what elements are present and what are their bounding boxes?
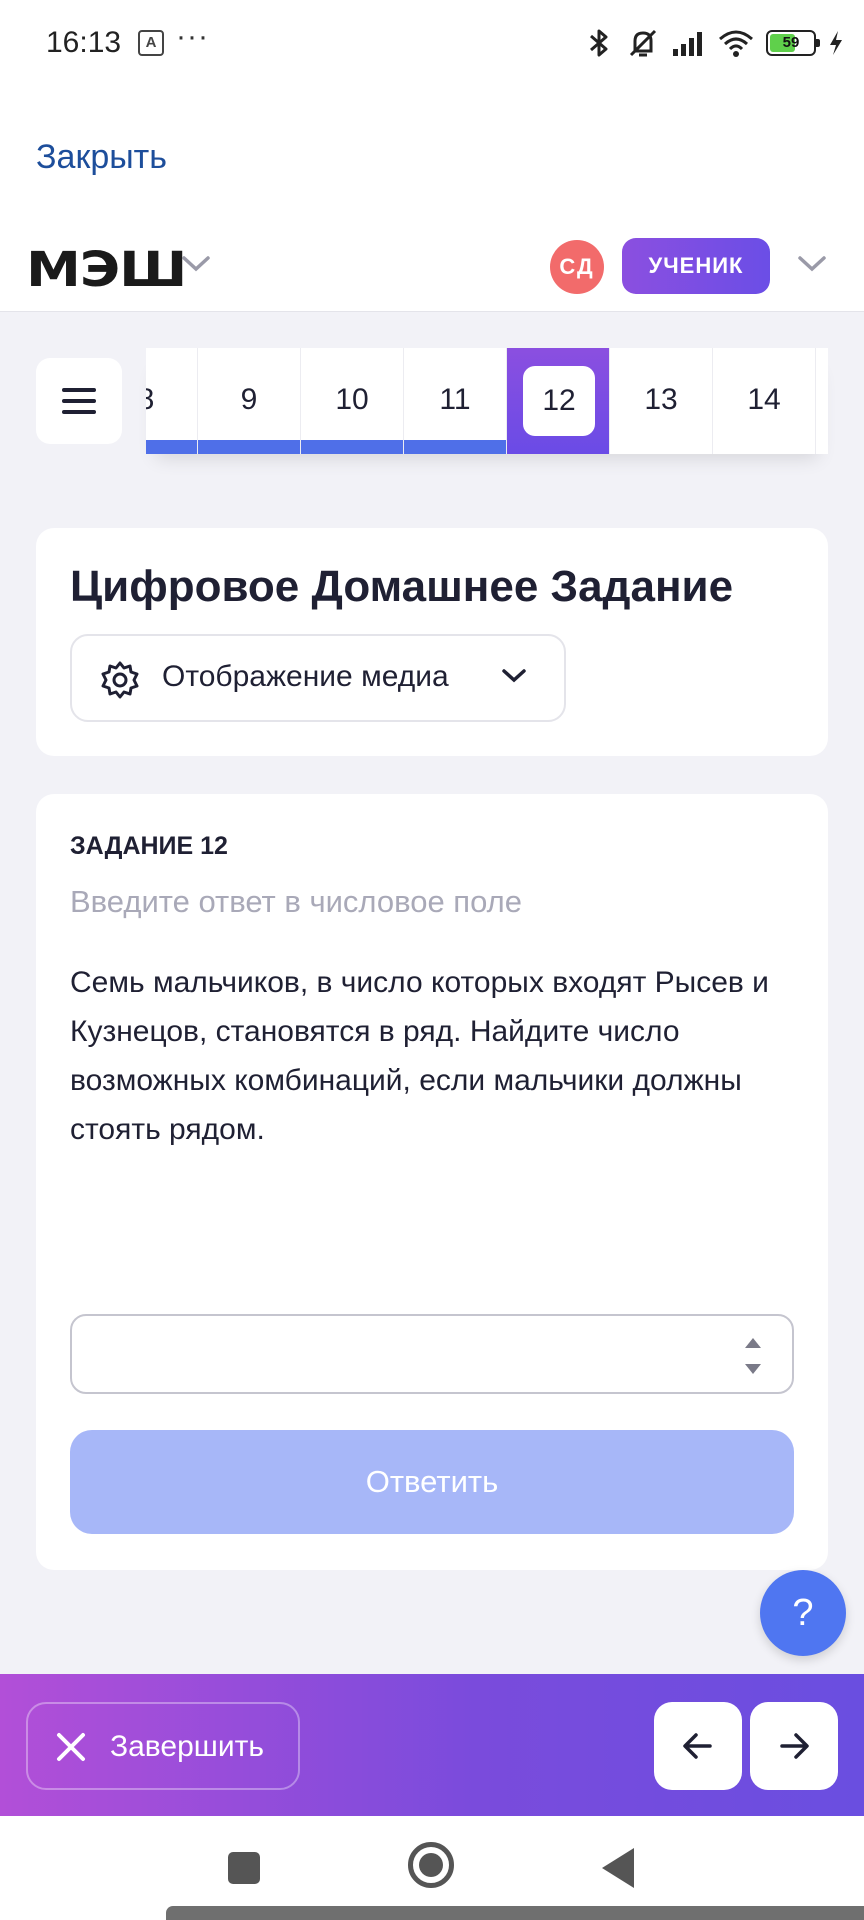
bluetooth-icon: [590, 29, 608, 57]
status-time: 16:13: [46, 26, 122, 59]
task-card: ЗАДАНИЕ 12 Введите ответ в числовое поле…: [36, 794, 828, 1570]
charging-icon: [830, 31, 842, 55]
media-display-dropdown[interactable]: Отображение медиа: [70, 634, 566, 722]
finish-button[interactable]: Завершить: [26, 1702, 300, 1790]
battery-level: 59: [782, 34, 800, 51]
status-icons: 59: [584, 26, 844, 60]
task-number-label: ЗАДАНИЕ 12: [70, 832, 228, 860]
more-notifications-icon: ···: [176, 20, 209, 53]
arrow-left-icon: [683, 1733, 712, 1759]
gesture-bar: [166, 1906, 864, 1920]
recents-icon[interactable]: [228, 1852, 260, 1884]
close-link[interactable]: Закрыть: [36, 138, 167, 177]
chevron-down-icon: [502, 669, 526, 683]
close-icon: [57, 1733, 85, 1761]
brand-row: МЭШ СД УЧЕНИК: [0, 238, 864, 308]
chevron-down-icon[interactable]: [796, 254, 828, 274]
question-tab-9[interactable]: 9: [198, 348, 301, 454]
chevron-down-icon[interactable]: [180, 254, 212, 274]
media-display-label: Отображение медиа: [162, 660, 449, 693]
homework-title-card: Цифровое Домашнее Задание Отображение ме…: [36, 528, 828, 756]
back-icon[interactable]: [602, 1848, 634, 1888]
question-tab-13[interactable]: 13: [610, 348, 713, 454]
help-button[interactable]: ?: [760, 1570, 846, 1656]
question-tab-10[interactable]: 10: [301, 348, 404, 454]
question-tab-12[interactable]: 12: [507, 348, 610, 454]
status-bar: 16:13 A ··· 59: [0, 0, 864, 88]
bottom-action-bar: Завершить: [0, 1674, 864, 1816]
gear-icon: [101, 661, 139, 699]
task-hint: Введите ответ в числовое поле: [70, 884, 522, 919]
question-tab-11[interactable]: 11: [404, 348, 507, 454]
finish-label: Завершить: [110, 1730, 264, 1763]
number-spinner-icon[interactable]: [744, 1334, 762, 1378]
question-tab-8[interactable]: 8: [146, 348, 198, 454]
app-header: Закрыть МЭШ СД УЧЕНИК: [0, 88, 864, 312]
menu-button[interactable]: [36, 358, 122, 444]
signal-icon: [673, 32, 702, 56]
hamburger-icon: [62, 388, 96, 392]
battery-icon: 59: [766, 30, 820, 56]
previous-question-button[interactable]: [654, 1702, 742, 1790]
question-tab-14[interactable]: 14: [713, 348, 816, 454]
question-strip[interactable]: 8 9 10 11 12 13 14: [146, 348, 828, 454]
page-title: Цифровое Домашнее Задание: [70, 562, 734, 611]
task-text: Семь мальчиков, в число которых входят Р…: [70, 966, 769, 1146]
role-badge[interactable]: УЧЕНИК: [622, 238, 770, 294]
system-navigation-bar: [0, 1816, 864, 1920]
answer-number-input[interactable]: [70, 1314, 794, 1394]
avatar[interactable]: СД: [550, 240, 604, 294]
next-question-button[interactable]: [750, 1702, 838, 1790]
mute-vibrate-icon: [629, 29, 657, 57]
home-icon[interactable]: [408, 1842, 454, 1888]
submit-answer-button[interactable]: Ответить: [70, 1430, 794, 1534]
arrow-right-icon: [780, 1733, 809, 1759]
mesh-logo[interactable]: МЭШ: [26, 242, 187, 298]
wifi-icon: [719, 30, 753, 57]
translate-icon: A: [138, 30, 164, 56]
